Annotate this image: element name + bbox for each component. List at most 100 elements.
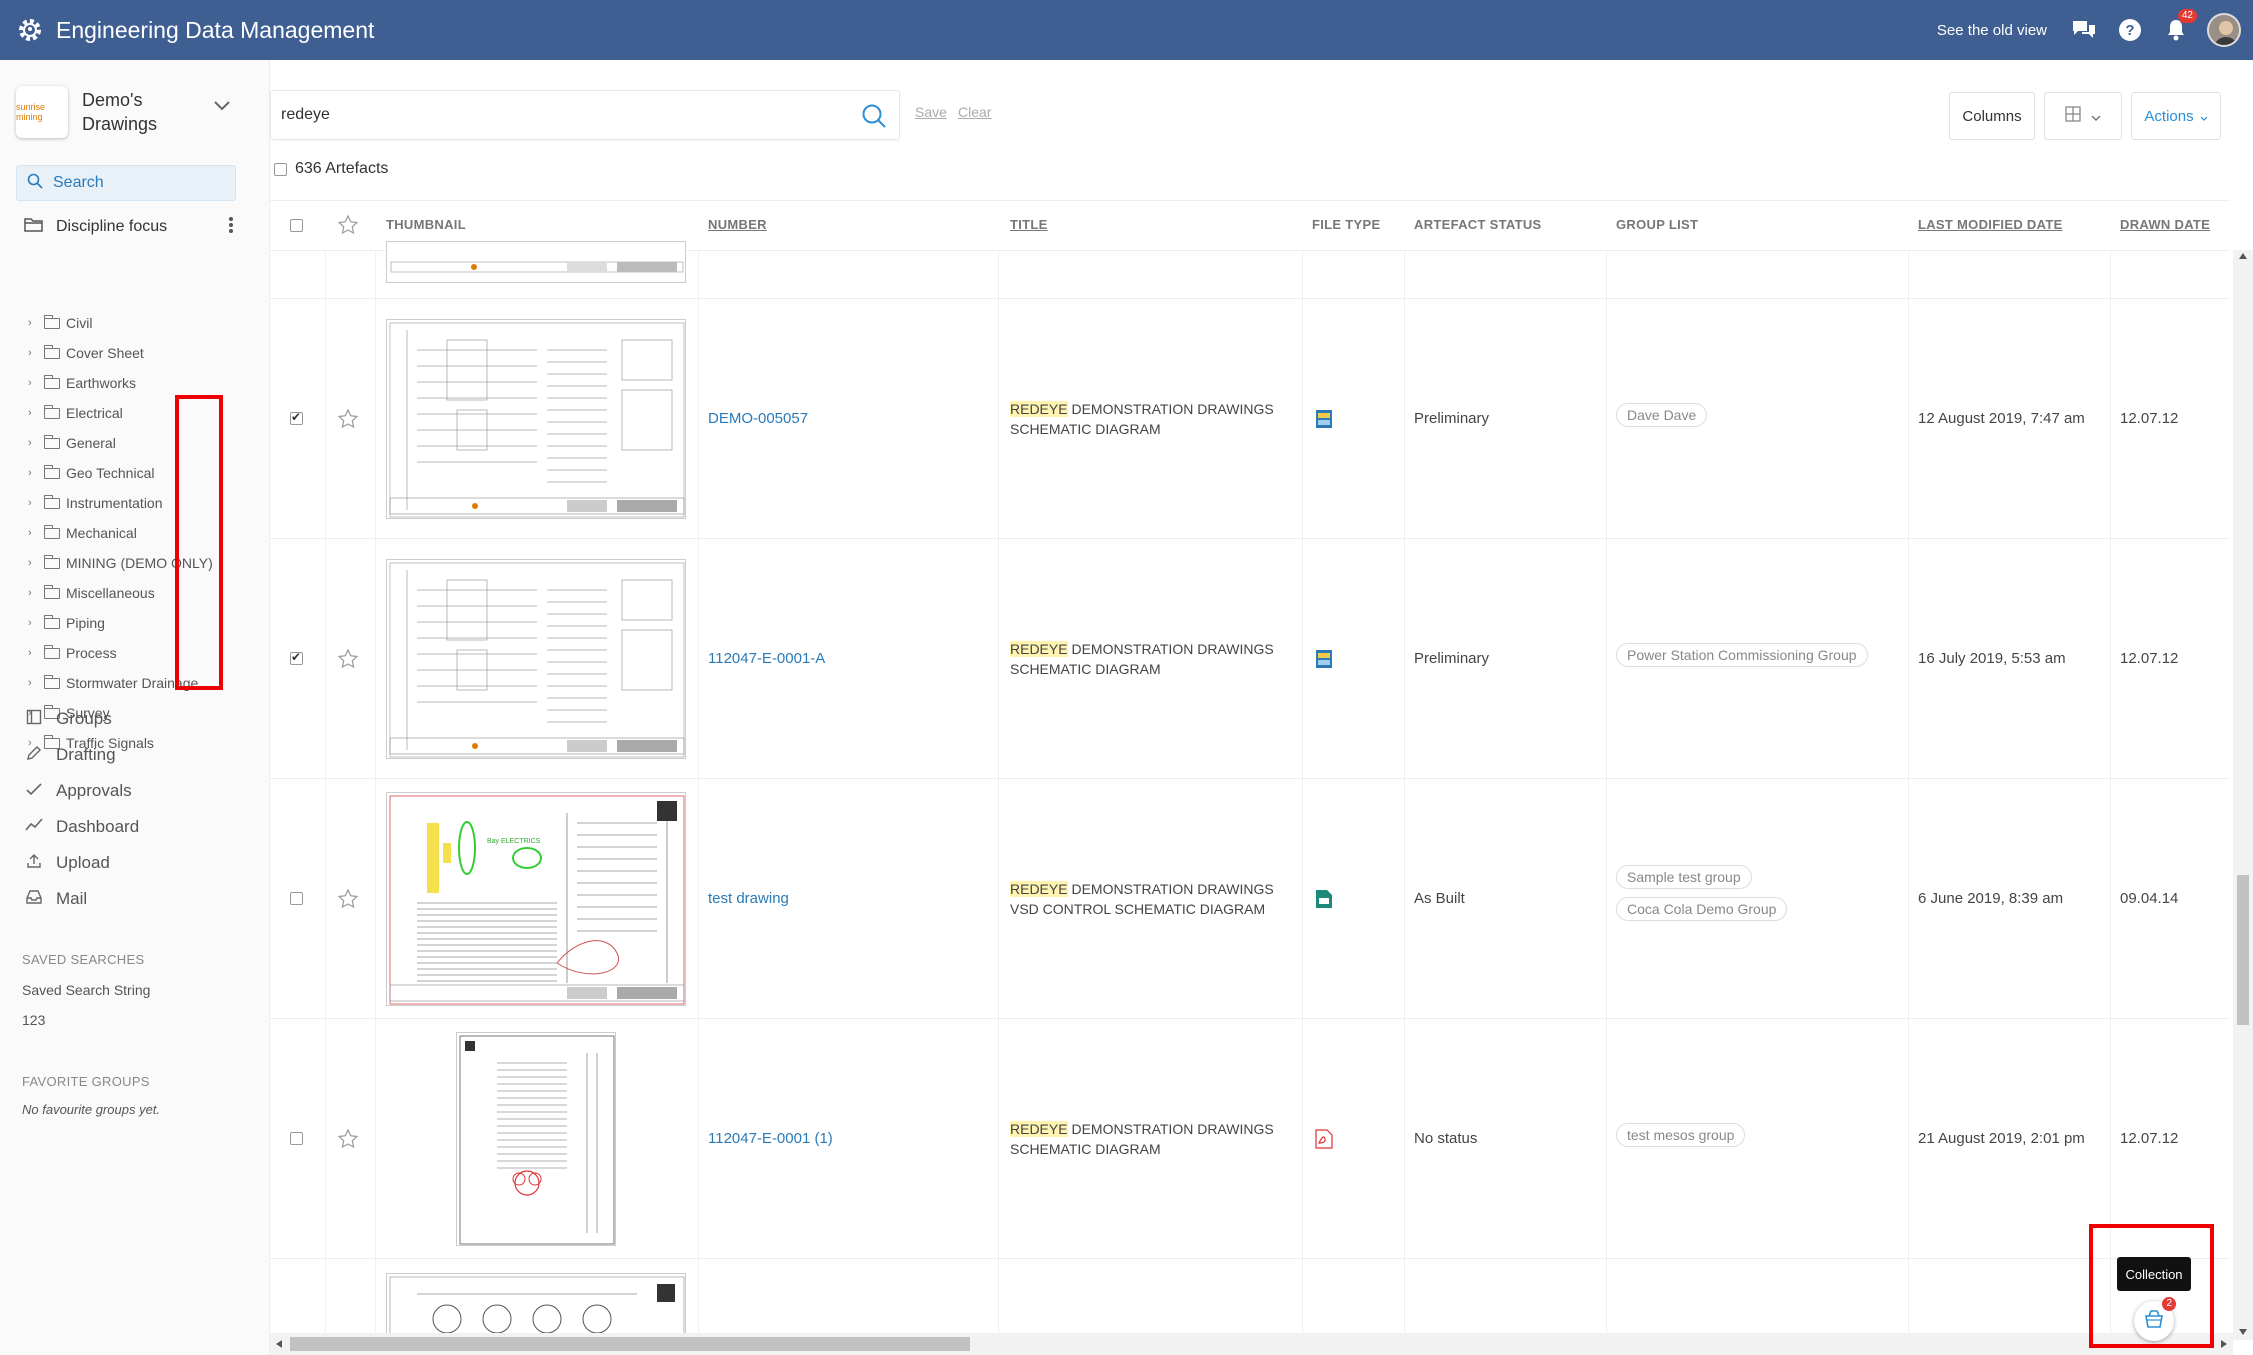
drawing-thumbnail[interactable] — [386, 1273, 686, 1340]
search-input[interactable] — [281, 103, 841, 127]
discipline-focus-header[interactable]: Discipline focus — [24, 212, 234, 242]
chevron-right-icon[interactable]: › — [28, 677, 38, 689]
sidebar-item-drafting[interactable]: Drafting — [24, 737, 244, 773]
chevron-right-icon[interactable]: › — [28, 497, 38, 509]
favorite-star-icon[interactable] — [337, 408, 359, 433]
notifications-bell-icon[interactable]: 42 — [2161, 9, 2197, 45]
sidebar-item-approvals[interactable]: Approvals — [24, 773, 244, 809]
table-row[interactable]: 112047-E-0001 (1) REDEYE DEMONSTRATION DR… — [270, 1019, 2230, 1259]
chevron-right-icon[interactable]: › — [28, 617, 38, 629]
select-all-checkbox[interactable] — [274, 162, 287, 176]
column-header-drawn-date[interactable]: DRAWN DATE — [2120, 217, 2210, 232]
table-row[interactable]: Bay ELECTRICS test drawing REDEYE DEMONSTR… — [270, 779, 2230, 1019]
chevron-right-icon[interactable]: › — [28, 557, 38, 569]
group-tag[interactable]: Sample test group — [1616, 865, 1752, 889]
chevron-right-icon[interactable]: › — [28, 347, 38, 359]
row-select-checkbox[interactable] — [290, 892, 303, 905]
tree-item[interactable]: › MINING (DEMO ONLY) — [28, 548, 258, 578]
see-old-view-link[interactable]: See the old view — [1937, 22, 2047, 39]
more-vertical-icon[interactable] — [228, 216, 234, 239]
view-layout-button[interactable] — [2044, 92, 2122, 140]
drawing-thumbnail[interactable] — [386, 319, 686, 519]
project-selector[interactable]: sunrise mining Demo's Drawings — [16, 86, 230, 138]
tree-item[interactable]: › Earthworks — [28, 368, 258, 398]
header-select-all-checkbox[interactable] — [290, 219, 303, 232]
search-box[interactable] — [270, 90, 900, 140]
search-icon[interactable] — [861, 103, 887, 134]
group-tag[interactable]: Power Station Commissioning Group — [1616, 643, 1868, 667]
table-row[interactable]: 112047-E-0001-A REDEYE DEMONSTRATION DRAW… — [270, 539, 2230, 779]
tree-item[interactable]: › Civil — [28, 308, 258, 338]
chat-icon[interactable] — [2069, 15, 2099, 45]
user-avatar[interactable] — [2207, 13, 2241, 47]
tree-item[interactable]: › Mechanical — [28, 518, 258, 548]
columns-button[interactable]: Columns — [1949, 92, 2035, 140]
saved-search-item[interactable]: Saved Search String — [22, 982, 150, 998]
chevron-right-icon[interactable]: › — [28, 407, 38, 419]
group-tag[interactable]: test mesos group — [1616, 1123, 1746, 1147]
collection-button[interactable]: 2 — [2134, 1297, 2176, 1341]
column-header-title[interactable]: TITLE — [1010, 217, 1048, 232]
header-star-icon[interactable] — [337, 214, 359, 239]
vertical-scrollbar[interactable] — [2233, 250, 2253, 1340]
drawing-thumbnail[interactable] — [456, 1032, 616, 1246]
save-search-link[interactable]: Save — [915, 104, 947, 120]
artefact-number-link[interactable]: test drawing — [708, 890, 789, 907]
row-select-checkbox[interactable] — [290, 1132, 303, 1145]
tree-item[interactable]: › Stormwater Drainage — [28, 668, 258, 698]
favorite-star-icon[interactable] — [337, 1128, 359, 1153]
artefact-number-link[interactable]: 112047-E-0001 (1) — [708, 1130, 833, 1147]
sidebar-item-mail[interactable]: Mail — [24, 881, 244, 917]
tree-item[interactable]: › General — [28, 428, 258, 458]
clear-search-link[interactable]: Clear — [958, 104, 991, 120]
row-select-checkbox[interactable] — [290, 410, 303, 425]
tree-item[interactable]: › Miscellaneous — [28, 578, 258, 608]
top-bar: Engineering Data Management See the old … — [0, 0, 2253, 60]
actions-button[interactable]: Actions — [2131, 92, 2221, 140]
favorite-star-icon[interactable] — [337, 888, 359, 913]
group-tag[interactable]: Dave Dave — [1616, 403, 1708, 427]
app-logo-gear-icon[interactable] — [14, 14, 46, 46]
drawing-thumbnail[interactable]: Bay ELECTRICS — [386, 792, 686, 1006]
sidebar-item-groups[interactable]: Groups — [24, 701, 244, 737]
table-row-partial — [270, 1259, 2230, 1340]
help-icon[interactable]: ? — [2115, 15, 2145, 45]
vertical-scroll-thumb[interactable] — [2237, 875, 2249, 1025]
chevron-right-icon[interactable]: › — [28, 587, 38, 599]
chevron-right-icon[interactable]: › — [28, 467, 38, 479]
chevron-right-icon[interactable]: › — [28, 647, 38, 659]
chevron-right-icon[interactable]: › — [28, 437, 38, 449]
scroll-right-arrow-icon[interactable] — [2220, 1339, 2228, 1349]
column-header-number[interactable]: NUMBER — [708, 217, 767, 232]
tree-item[interactable]: › Electrical — [28, 398, 258, 428]
tree-item[interactable]: › Instrumentation — [28, 488, 258, 518]
horizontal-scroll-thumb[interactable] — [290, 1337, 970, 1351]
row-select-checkbox[interactable] — [290, 650, 303, 665]
artefact-number-link[interactable]: 112047-E-0001-A — [708, 650, 825, 667]
sidebar-item-upload[interactable]: Upload — [24, 845, 244, 881]
tree-item[interactable]: › Piping — [28, 608, 258, 638]
saved-search-item[interactable]: 123 — [22, 1012, 45, 1028]
sidebar-item-dashboard[interactable]: Dashboard — [24, 809, 244, 845]
scroll-up-arrow-icon[interactable] — [2238, 252, 2248, 260]
artefact-number-link[interactable]: DEMO-005057 — [708, 410, 808, 427]
horizontal-scrollbar[interactable] — [270, 1333, 2233, 1355]
chevron-right-icon[interactable]: › — [28, 317, 38, 329]
search-highlight: REDEYE — [1010, 641, 1068, 657]
drawing-thumbnail[interactable] — [386, 559, 686, 759]
search-highlight: REDEYE — [1010, 1121, 1068, 1137]
table-row[interactable]: DEMO-005057 REDEYE DEMONSTRATION DRAWINGS… — [270, 299, 2230, 539]
drawing-thumbnail[interactable] — [386, 241, 686, 283]
chevron-right-icon[interactable]: › — [28, 377, 38, 389]
favorite-star-icon[interactable] — [337, 648, 359, 673]
column-header-last-modified[interactable]: LAST MODIFIED DATE — [1918, 217, 2063, 232]
sidebar-item-search[interactable]: Search — [16, 165, 236, 201]
scroll-down-arrow-icon[interactable] — [2238, 1328, 2248, 1336]
tree-item[interactable]: › Geo Technical — [28, 458, 258, 488]
group-tag[interactable]: Coca Cola Demo Group — [1616, 897, 1788, 921]
scroll-left-arrow-icon[interactable] — [275, 1339, 283, 1349]
tree-item[interactable]: › Process — [28, 638, 258, 668]
chevron-right-icon[interactable]: › — [28, 527, 38, 539]
chevron-down-icon[interactable] — [214, 98, 230, 116]
tree-item[interactable]: › Cover Sheet — [28, 338, 258, 368]
